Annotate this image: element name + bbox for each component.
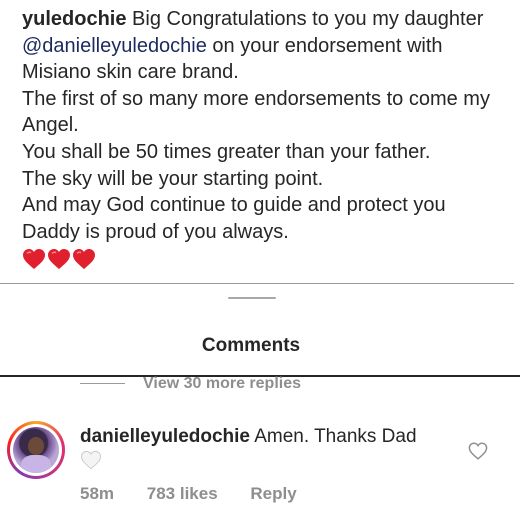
caption-line-3: Misiano skin care brand. (22, 61, 239, 84)
comments-sheet: Comments (0, 283, 520, 377)
caption-mention-link[interactable]: @danielleyuledochie (22, 35, 207, 57)
caption-line-7: The sky will be your starting point. (22, 167, 324, 190)
caption-text: Big Congratulations to you my daughter (126, 8, 484, 30)
caption-line-9: Daddy is proud of you always. (22, 220, 289, 243)
caption-line-8: And may God continue to guide and protec… (22, 194, 446, 217)
avatar-photo (13, 427, 59, 473)
replies-rule (80, 383, 125, 384)
like-heart-icon[interactable] (468, 442, 488, 460)
sheet-title: Comments (201, 335, 301, 356)
red-heart-icon (73, 249, 95, 270)
caption-line-6: You shall be 50 times greater than your … (22, 140, 431, 163)
avatar-story-ring[interactable] (7, 421, 65, 479)
comment-body: Amen. Thanks Dad (250, 426, 417, 447)
view-more-replies-link[interactable]: View 30 more replies (80, 373, 301, 391)
caption-username[interactable]: yuledochie (22, 8, 126, 30)
reply-button[interactable]: Reply (250, 484, 296, 503)
white-heart-icon (80, 450, 102, 470)
sheet-drag-handle[interactable] (228, 297, 276, 299)
comment-username[interactable]: danielleyuledochie (80, 426, 250, 447)
caption-line-4: The first of so many more endorsements t… (22, 87, 490, 110)
caption-emoji-row (22, 247, 522, 271)
view-more-replies-label: View 30 more replies (143, 375, 302, 391)
red-heart-icon (48, 249, 70, 270)
comment-item: danielleyuledochie Amen. Thanks Dad 58m … (0, 405, 523, 517)
post-caption: yuledochie Big Congratulations to you my… (22, 6, 522, 271)
red-heart-icon (23, 249, 45, 270)
caption-line-2: @danielleyuledochie on your endorsement … (22, 33, 522, 60)
caption-line-1: yuledochie Big Congratulations to you my… (22, 6, 522, 33)
comment-meta: 58m 783 likes Reply (80, 484, 325, 504)
comment-time: 58m (80, 484, 115, 503)
comment-likes-count[interactable]: 783 likes (147, 484, 218, 503)
avatar (10, 424, 62, 476)
caption-text: on your endorsement with (206, 34, 443, 57)
comment-text: danielleyuledochie Amen. Thanks Dad (80, 426, 417, 448)
caption-line-5: Angel. (22, 114, 79, 137)
